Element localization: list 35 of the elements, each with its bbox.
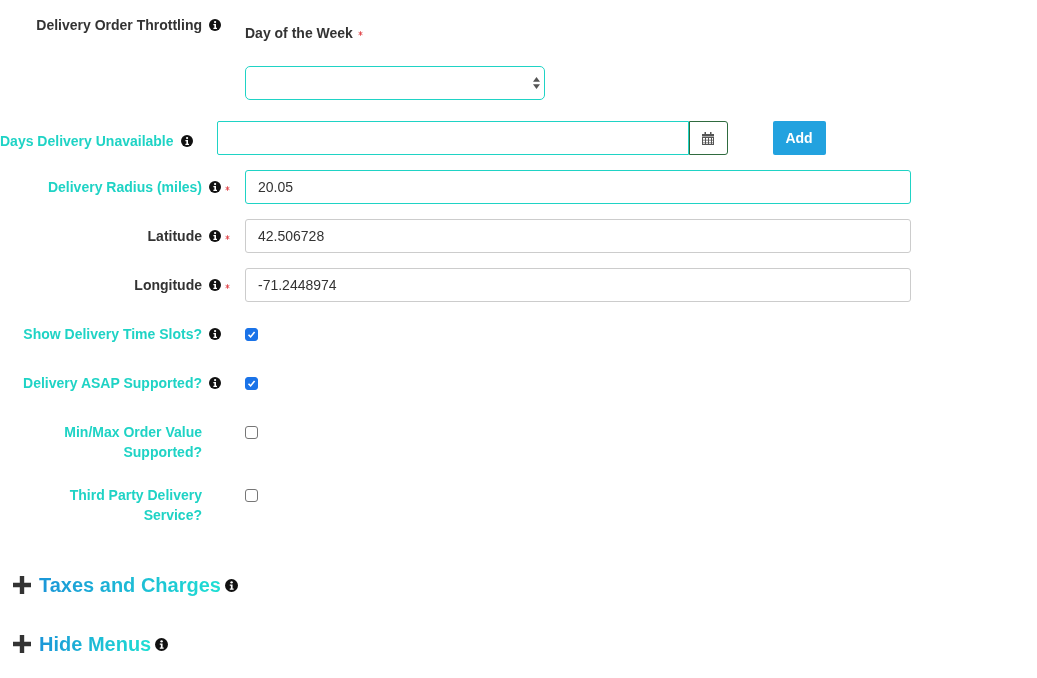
- info-icon[interactable]: [224, 578, 238, 592]
- field-label: Third Party Delivery Service?: [68, 486, 202, 525]
- checkbox[interactable]: [245, 489, 258, 502]
- info-icon[interactable]: [155, 637, 169, 651]
- info-icon[interactable]: [209, 19, 221, 31]
- date-input-field[interactable]: [216, 121, 689, 155]
- field-label: Latitude: [147, 227, 202, 246]
- plus-icon[interactable]: [13, 635, 31, 653]
- field-label: Delivery Order Throttling: [36, 16, 202, 35]
- checkbox[interactable]: [245, 377, 258, 390]
- calendar-icon: [702, 131, 715, 145]
- text-input-field[interactable]: 42.506728: [245, 219, 911, 253]
- checkbox[interactable]: [245, 426, 258, 439]
- check-icon: [247, 330, 256, 339]
- info-icon[interactable]: [209, 230, 221, 242]
- info-icon[interactable]: [209, 279, 221, 291]
- info-icon[interactable]: [209, 328, 221, 340]
- text-input-field[interactable]: -71.2448974: [245, 268, 911, 302]
- field-label: Longitude: [134, 276, 202, 295]
- field-label: Days Delivery Unavailable: [0, 132, 174, 151]
- info-icon[interactable]: [180, 135, 193, 147]
- field-label: Show Delivery Time Slots?: [23, 325, 202, 344]
- field-label: Min/Max Order Value Supported?: [63, 423, 202, 462]
- field-label: Delivery Radius (miles): [47, 178, 202, 197]
- info-icon[interactable]: [209, 181, 221, 193]
- field-label: Delivery ASAP Supported?: [23, 374, 202, 393]
- checkbox[interactable]: [245, 328, 258, 341]
- plus-icon[interactable]: [13, 576, 31, 594]
- info-icon[interactable]: [209, 377, 221, 389]
- select-field[interactable]: [245, 66, 545, 100]
- calendar-button[interactable]: [688, 121, 728, 155]
- text-input-field[interactable]: 20.05: [245, 170, 911, 204]
- check-icon: [247, 379, 256, 388]
- field-label: Day of the Week: [245, 24, 353, 43]
- updown-arrows-icon: [533, 77, 540, 89]
